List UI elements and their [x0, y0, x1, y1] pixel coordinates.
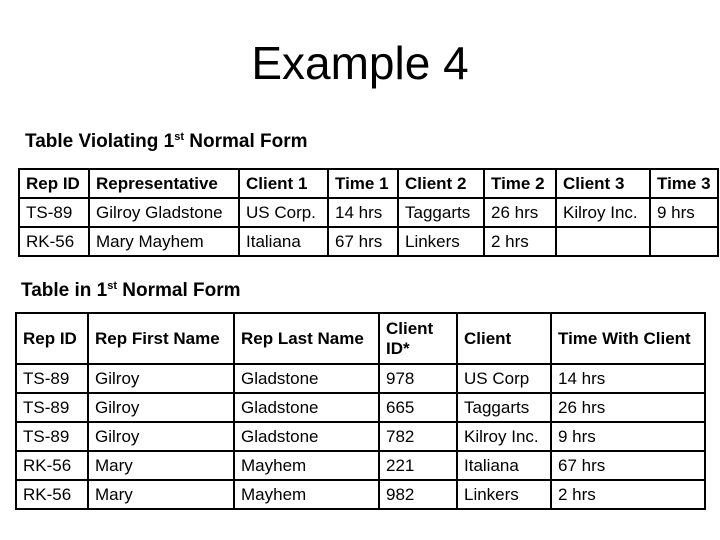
table-cell: 9 hrs [649, 197, 719, 228]
table-cell: Gilroy [87, 392, 235, 423]
table-cell: US Corp [456, 363, 552, 394]
violating-1nf-table: Rep ID Representative Client 1 Time 1 Cl… [18, 168, 719, 257]
table-cell: 2 hrs [550, 479, 706, 510]
column-header: Client 1 [238, 168, 329, 199]
table-cell: 978 [378, 363, 458, 394]
table-cell [649, 226, 719, 257]
table-cell: 67 hrs [327, 226, 399, 257]
table-header-row: Rep ID Rep First Name Rep Last Name Clie… [15, 312, 706, 365]
table-cell: US Corp. [238, 197, 329, 228]
column-header: Client 3 [555, 168, 651, 199]
table-row: TS-89 Gilroy Gladstone 665 Taggarts 26 h… [15, 392, 706, 423]
table-cell: Gladstone [233, 392, 380, 423]
table-cell: Gladstone [233, 363, 380, 394]
table-cell: Gilroy [87, 363, 235, 394]
column-header: Rep ID [18, 168, 90, 199]
table-cell: Mayhem [233, 450, 380, 481]
table-cell: 9 hrs [550, 421, 706, 452]
heading-text: Table Violating 1 [25, 131, 175, 152]
column-header: Rep ID [15, 312, 89, 365]
table-cell: Linkers [397, 226, 485, 257]
column-header: Rep Last Name [233, 312, 380, 365]
violating-table-heading: Table Violating 1st Normal Form [25, 131, 308, 153]
table-cell: Taggarts [397, 197, 485, 228]
column-header: Representative [88, 168, 240, 199]
table-cell: 982 [378, 479, 458, 510]
table-cell: 26 hrs [483, 197, 557, 228]
table-cell: TS-89 [15, 392, 89, 423]
column-header: Client [456, 312, 552, 365]
table-row: TS-89 Gilroy Gladstone US Corp. 14 hrs T… [18, 197, 719, 228]
table-row: TS-89 Gilroy Gladstone 782 Kilroy Inc. 9… [15, 421, 706, 452]
first-normal-form-table: Rep ID Rep First Name Rep Last Name Clie… [15, 312, 706, 510]
column-header: Time 3 [649, 168, 719, 199]
heading-text-tail: Normal Form [184, 131, 308, 152]
table-cell: Italiana [456, 450, 552, 481]
heading-ordinal-suffix: st [107, 280, 118, 292]
heading-text-tail: Normal Form [117, 280, 241, 301]
table-row: RK-56 Mary Mayhem 982 Linkers 2 hrs [15, 479, 706, 510]
table-row: TS-89 Gilroy Gladstone 978 US Corp 14 hr… [15, 363, 706, 394]
table-cell: TS-89 [15, 421, 89, 452]
table-row: RK-56 Mary Mayhem Italiana 67 hrs Linker… [18, 226, 719, 257]
table-cell: Italiana [238, 226, 329, 257]
table-cell: Mary [87, 450, 235, 481]
table-cell [555, 226, 651, 257]
table-cell: 14 hrs [550, 363, 706, 394]
table-cell: Mayhem [233, 479, 380, 510]
column-header: Time 1 [327, 168, 399, 199]
table-cell: Linkers [456, 479, 552, 510]
page-title: Example 4 [251, 37, 469, 89]
table-cell: 67 hrs [550, 450, 706, 481]
table-cell: 14 hrs [327, 197, 399, 228]
normal-form-table-heading: Table in 1st Normal Form [21, 280, 241, 302]
table-cell: TS-89 [18, 197, 90, 228]
table-row: RK-56 Mary Mayhem 221 Italiana 67 hrs [15, 450, 706, 481]
table-cell: Gladstone [233, 421, 380, 452]
table-cell: Taggarts [456, 392, 552, 423]
table-cell: Mary [87, 479, 235, 510]
heading-ordinal-suffix: st [174, 131, 184, 143]
table-cell: Gilroy [87, 421, 235, 452]
table-cell: Kilroy Inc. [555, 197, 651, 228]
table-cell: 665 [378, 392, 458, 423]
table-cell: Gilroy Gladstone [88, 197, 240, 228]
table-cell: RK-56 [15, 479, 89, 510]
column-header: Time 2 [483, 168, 557, 199]
table-cell: RK-56 [18, 226, 90, 257]
table-cell: RK-56 [15, 450, 89, 481]
column-header: Time With Client [550, 312, 706, 365]
table-cell: 782 [378, 421, 458, 452]
table-cell: 2 hrs [483, 226, 557, 257]
table-cell: Kilroy Inc. [456, 421, 552, 452]
column-header: Client 2 [397, 168, 485, 199]
table-header-row: Rep ID Representative Client 1 Time 1 Cl… [18, 168, 719, 199]
table-cell: TS-89 [15, 363, 89, 394]
heading-text: Table in 1 [21, 280, 108, 301]
column-header: Client ID* [378, 312, 458, 365]
table-cell: 221 [378, 450, 458, 481]
column-header: Rep First Name [87, 312, 235, 365]
table-cell: Mary Mayhem [88, 226, 240, 257]
table-cell: 26 hrs [550, 392, 706, 423]
